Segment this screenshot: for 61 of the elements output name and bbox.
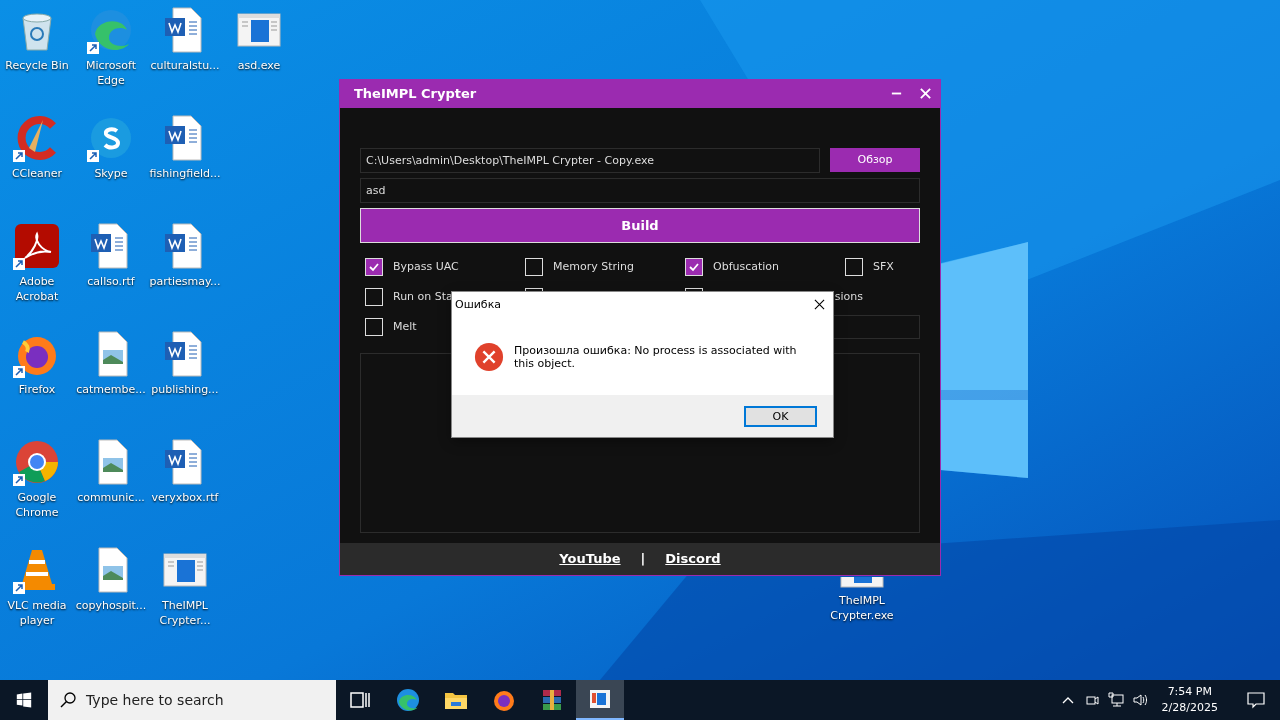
icon-label: TheIMPL Crypter... [158, 598, 212, 628]
footer-link[interactable]: YouTube [559, 551, 621, 567]
checkbox[interactable] [365, 317, 383, 336]
footer-link[interactable]: Discord [665, 551, 721, 567]
icon-label: catmembe... [75, 382, 147, 397]
icon-label: Google Chrome [14, 490, 60, 520]
browse-button[interactable]: Обзор [830, 147, 920, 172]
volume-icon[interactable] [1131, 692, 1148, 708]
path-field[interactable]: C:\Users\admin\Desktop\TheIMPL Crypter - Copy.exe [360, 147, 820, 173]
checkbox[interactable] [845, 257, 863, 276]
icon-label: communic... [76, 490, 146, 505]
clock-date: 2/28/2025 [1161, 700, 1218, 716]
close-icon[interactable] [814, 298, 825, 310]
checkbox[interactable] [365, 287, 383, 306]
icon-label: fishingfield... [148, 166, 222, 181]
checkbox[interactable] [525, 257, 543, 276]
checkbox[interactable] [365, 257, 383, 276]
icon-label: copyhospit... [74, 598, 148, 613]
checkbox-label: Obfuscation [713, 260, 780, 274]
separator: | [640, 551, 646, 567]
notifications-icon[interactable] [1246, 690, 1266, 710]
icon-label: veryxbox.rtf [150, 490, 220, 505]
search-icon [60, 692, 76, 708]
icon-label: Microsoft Edge [84, 58, 138, 88]
search-box[interactable]: Type here to search [48, 680, 336, 720]
icon-label: CCleaner [10, 166, 64, 181]
icon-label: VLC media player [6, 598, 68, 628]
icon-label: Recycle Bin [4, 58, 70, 73]
icon-label: callso.rtf [86, 274, 136, 289]
icon-label: partiesmay... [148, 274, 222, 289]
checkbox-label: Bypass UAC [393, 260, 459, 274]
taskbar-button[interactable] [576, 680, 624, 720]
app-icon [588, 687, 612, 711]
app-icon [492, 688, 516, 712]
icon-label: Skype [93, 166, 129, 181]
clock-time: 7:54 PM [1167, 684, 1212, 700]
ok-button[interactable]: OK [744, 405, 817, 427]
build-button[interactable]: Build [360, 207, 920, 243]
icon-label: asd.exe [236, 58, 282, 73]
checkbox-label: SFX [873, 260, 894, 274]
icon-label: culturalstu... [149, 58, 221, 73]
checkbox[interactable] [685, 257, 703, 276]
error-message: Произошла ошибка: No process is associated with this object. [514, 343, 798, 370]
app-icon [540, 688, 564, 712]
error-icon [474, 342, 504, 372]
window-title: TheIMPL Crypter [354, 86, 478, 102]
icon-label: publishing... [150, 382, 220, 397]
windows-start-icon[interactable] [16, 692, 32, 708]
name-field[interactable]: asd [360, 177, 920, 203]
app-icon [396, 688, 420, 712]
app-icon[interactable] [13, 222, 61, 270]
icon-label: Adobe Acrobat [14, 274, 60, 304]
app-icon[interactable] [13, 438, 61, 486]
checkbox-label: Memory String [553, 260, 635, 274]
icon-label: TheIMPL Crypter.exe [829, 593, 895, 623]
checkbox-label: sions [833, 290, 863, 304]
search-placeholder: Type here to search [86, 692, 224, 708]
dialog-title: Ошибка [455, 297, 503, 311]
icon-label: Firefox [17, 382, 57, 397]
checkbox-label: Melt [393, 320, 417, 334]
network-icon[interactable] [1107, 692, 1124, 708]
